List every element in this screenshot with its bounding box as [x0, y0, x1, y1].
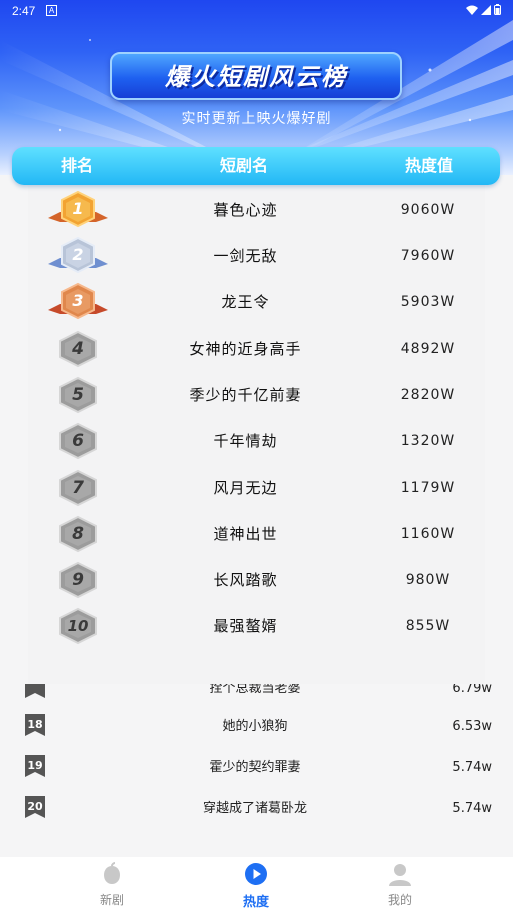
drama-title: 一剑无敌: [213, 247, 278, 265]
list-rank: 20: [27, 800, 43, 813]
list-item[interactable]: 20 穿越成了诸葛卧龙 5.74w: [0, 788, 513, 829]
list-item[interactable]: 19 霍少的契约罪妻 5.74w: [0, 747, 513, 788]
heat-value: 855W: [405, 618, 451, 634]
rank-badge-icon: 6: [46, 421, 110, 461]
rank-badge-icon: 9: [46, 560, 110, 600]
ranking-row[interactable]: 4 女神的近身高手 4892W: [28, 326, 485, 372]
list-item[interactable]: 18 她的小狼狗 6.53w: [0, 706, 513, 747]
heat-value: 2820W: [400, 387, 456, 403]
heat-value: 4892W: [400, 341, 456, 357]
list-item-heat: 5.74w: [452, 801, 492, 816]
table-header: 排名 短剧名 热度值: [12, 147, 500, 185]
gold-medal-icon: 1: [46, 190, 110, 230]
drama-title: 女神的近身高手: [189, 340, 302, 358]
rank-number: 5: [72, 385, 84, 405]
tab-heat[interactable]: 热度: [206, 857, 306, 912]
heat-value: 1179W: [400, 480, 456, 496]
rank-number: 9: [72, 570, 84, 590]
title-banner: 爆火短剧风云榜: [110, 52, 402, 100]
heat-value: 5903W: [400, 294, 456, 310]
drama-title: 道神出世: [213, 525, 278, 543]
drama-title: 暮色心迹: [213, 201, 278, 219]
ranking-row[interactable]: 6 千年情劫 1320W: [28, 418, 485, 464]
header-name: 短剧名: [219, 156, 268, 175]
ranking-row[interactable]: 2 一剑无敌 7960W: [28, 233, 485, 279]
rank-badge-icon: 8: [46, 514, 110, 554]
heat-value: 7960W: [400, 248, 456, 264]
list-item-title: 霍少的契约罪妻: [209, 760, 301, 775]
drama-title: 龙王令: [221, 293, 270, 311]
user-icon: [389, 864, 411, 886]
rank-number: 1: [72, 199, 84, 218]
wifi-icon: [466, 5, 478, 15]
ranking-row[interactable]: 1 暮色心迹 9060W: [28, 187, 485, 233]
status-time: 2:47: [12, 4, 36, 18]
ranking-row[interactable]: 5 季少的千亿前妻 2820W: [28, 372, 485, 418]
list-item-heat: 5.74w: [452, 760, 492, 775]
rank-number: 3: [72, 291, 84, 310]
signal-icon: [481, 4, 491, 15]
drama-title: 最强螯婿: [213, 617, 278, 635]
ranking-row[interactable]: 3 龙王令 5903W: [28, 279, 485, 325]
ranking-row[interactable]: 8 道神出世 1160W: [28, 511, 485, 557]
ranking-panel: 1 暮色心迹 9060W 2 一剑无敌 7960W 3 龙王令 5903W 4 …: [28, 185, 485, 684]
rank-badge-icon: 10: [46, 606, 110, 646]
ranking-row[interactable]: 10 最强螯婿 855W: [28, 603, 485, 649]
drama-title: 千年情劫: [213, 432, 278, 450]
header-rank: 排名: [60, 156, 93, 175]
rank-number: 4: [72, 339, 84, 359]
bottom-tab-bar: 新剧 热度 我的: [0, 857, 513, 912]
page-subtitle: 实时更新上映火爆好剧: [181, 111, 332, 127]
play-circle-icon: [245, 863, 267, 885]
status-bar: 2:47 A: [0, 0, 513, 22]
list-rank: 19: [27, 759, 43, 772]
tab-label: 热度: [242, 895, 269, 910]
silver-medal-icon: 2: [46, 236, 110, 276]
header-heat: 热度值: [404, 156, 453, 175]
lower-rank-list[interactable]: 17 拴个总裁当老婆 6.79w 18 她的小狼狗 6.53w 19 霍少的契约…: [0, 684, 513, 857]
list-rank: 17: [25, 684, 45, 687]
rank-badge-icon: 4: [46, 329, 110, 369]
list-item-title: 穿越成了诸葛卧龙: [202, 801, 307, 816]
heat-value: 980W: [405, 572, 451, 588]
battery-icon: [494, 4, 501, 15]
drama-title: 季少的千亿前妻: [189, 386, 302, 404]
system-icons: [466, 4, 501, 15]
tab-new-drama[interactable]: 新剧: [62, 857, 162, 912]
rank-number: 6: [72, 431, 84, 451]
rank-badge-icon: 7: [46, 468, 110, 508]
list-item-heat: 6.53w: [452, 719, 492, 734]
list-rank: 18: [27, 718, 43, 731]
heat-value: 9060W: [400, 202, 456, 218]
rank-number: 10: [67, 617, 89, 635]
heat-value: 1320W: [400, 433, 456, 449]
tab-mine[interactable]: 我的: [350, 857, 450, 912]
list-item-title: 她的小狼狗: [222, 719, 288, 734]
rank-number: 8: [72, 524, 84, 544]
rank-number: 7: [72, 478, 84, 498]
new-drama-icon: [104, 862, 120, 884]
rank-badge-icon: 5: [46, 375, 110, 415]
rank-number: 2: [72, 245, 84, 264]
tab-label: 我的: [387, 893, 412, 907]
bronze-medal-icon: 3: [46, 282, 110, 322]
ranking-row[interactable]: 7 风月无边 1179W: [28, 465, 485, 511]
heat-value: 1160W: [400, 526, 456, 542]
drama-title: 风月无边: [213, 479, 278, 497]
drama-title: 长风踏歌: [213, 571, 278, 589]
page-title: 爆火短剧风云榜: [165, 63, 347, 91]
tab-label: 新剧: [99, 893, 124, 907]
notification-icon: A: [46, 5, 57, 16]
ranking-row[interactable]: 9 长风踏歌 980W: [28, 557, 485, 603]
